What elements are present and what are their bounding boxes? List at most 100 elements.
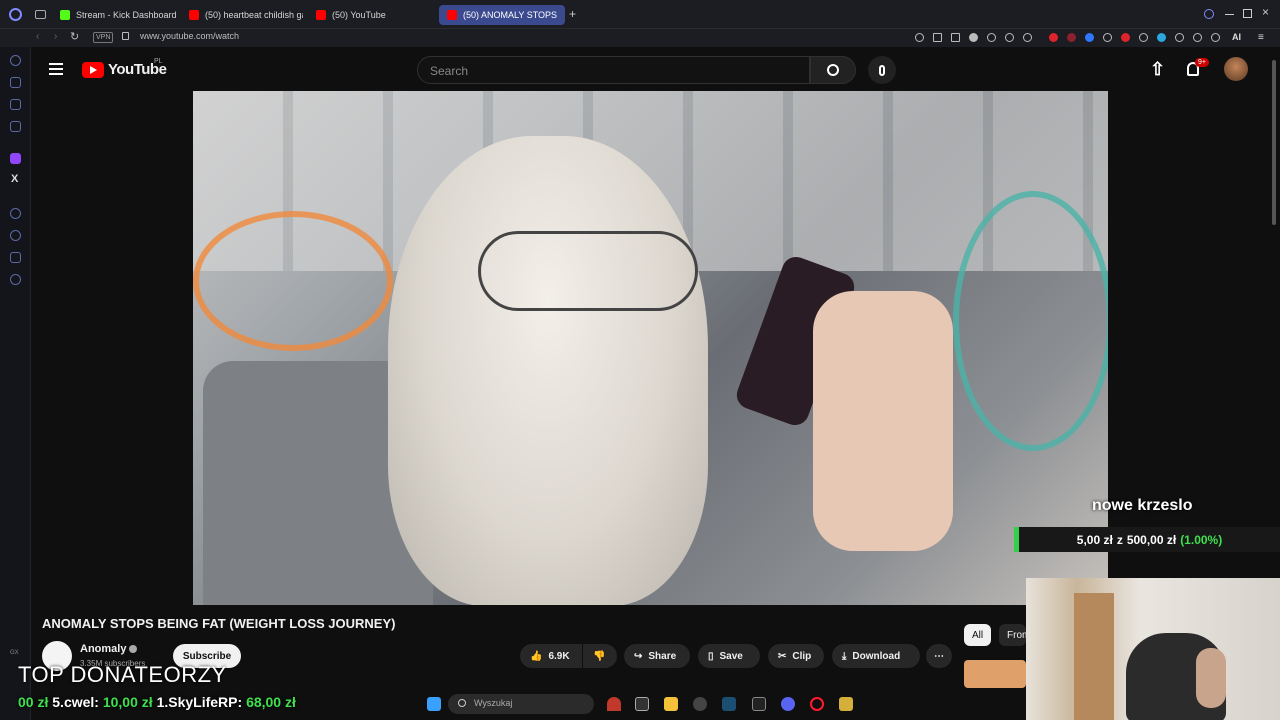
share-button[interactable]: ↪ Share: [624, 644, 690, 668]
goal-current: 5,00 zł: [1076, 532, 1113, 547]
extension-red2-icon[interactable]: [1121, 33, 1130, 42]
ticker-name-2: SkyLifeRP:: [168, 694, 243, 710]
minimize-button[interactable]: [1225, 14, 1234, 15]
tab-youtube-anomaly[interactable]: (50) ANOMALY STOPS: [439, 5, 565, 25]
sidebar-history-icon[interactable]: [10, 55, 21, 66]
video-orange-shoe: [193, 211, 393, 351]
translate-icon[interactable]: [987, 33, 996, 42]
scissors-icon: ✂: [778, 650, 787, 662]
extension-dark-icon[interactable]: [1067, 33, 1076, 42]
windows-start-icon[interactable]: [427, 697, 441, 711]
channel-name[interactable]: Anomaly: [80, 643, 126, 655]
account-avatar[interactable]: [1224, 57, 1248, 81]
tab-youtube-heartbeat[interactable]: (50) heartbeat childish ga: [181, 5, 303, 25]
ai-button[interactable]: AI: [1232, 32, 1241, 42]
video-title: ANOMALY STOPS BEING FAT (WEIGHT LOSS JOU…: [42, 616, 396, 631]
sidebar-chat-icon[interactable]: [10, 99, 21, 110]
taskbar-app-red-icon[interactable]: [607, 697, 621, 711]
extension-blue-icon[interactable]: [1085, 33, 1094, 42]
youtube-icon: [189, 10, 199, 20]
close-window-button[interactable]: ×: [1262, 5, 1269, 19]
taskbar-app-yellow-icon[interactable]: [839, 697, 853, 711]
url-field[interactable]: www.youtube.com/watch: [140, 31, 239, 41]
sidebar-x-icon[interactable]: X: [11, 173, 18, 185]
tab-youtube-home[interactable]: (50) YouTube: [308, 5, 428, 25]
forward-icon[interactable]: ›: [54, 31, 57, 42]
kick-icon: [60, 10, 70, 20]
clip-button[interactable]: ✂ Clip: [768, 644, 824, 668]
goal-target: 500,00 zł: [1126, 532, 1177, 547]
sidebar-player-icon[interactable]: [10, 208, 21, 219]
snapshot-icon[interactable]: [951, 33, 960, 42]
download-icon[interactable]: [1211, 33, 1220, 42]
sidebar-twitch-icon[interactable]: [10, 153, 21, 164]
page-scrollbar[interactable]: [1272, 60, 1276, 225]
lock-icon: [122, 32, 129, 40]
more-dots-icon: ⋯: [934, 650, 944, 662]
donation-goal-bar: 5,00 zł z 500,00 zł (1.00%): [1014, 527, 1280, 552]
back-icon[interactable]: ‹: [36, 31, 39, 42]
maximize-button[interactable]: [1243, 9, 1252, 18]
chip-all[interactable]: All: [964, 624, 992, 646]
country-code: PL: [154, 58, 163, 65]
taskbar-folder-icon[interactable]: [664, 697, 678, 711]
youtube-icon: [316, 10, 326, 20]
search-tabs-icon[interactable]: [1204, 9, 1214, 19]
video-glasses: [478, 231, 698, 311]
menu-icon[interactable]: ≡: [1258, 32, 1264, 43]
hamburger-menu-icon[interactable]: [49, 63, 63, 75]
reload-icon[interactable]: ↻: [70, 30, 79, 43]
bookmark-icon[interactable]: [933, 33, 942, 42]
video-player[interactable]: [193, 91, 1108, 605]
create-upload-icon[interactable]: ⇧: [1150, 59, 1165, 80]
ticker-amount-2: 68,00 zł: [246, 694, 296, 710]
play-icon[interactable]: [1005, 33, 1014, 42]
webcam-door: [1074, 593, 1114, 720]
verified-icon: [129, 645, 137, 653]
search-input[interactable]: Search: [417, 56, 810, 84]
puzzle-icon[interactable]: [1175, 33, 1184, 42]
opera-logo-icon[interactable]: [9, 8, 22, 21]
shield-icon[interactable]: [969, 33, 978, 42]
taskbar-steam-icon[interactable]: [722, 697, 736, 711]
download-button[interactable]: ⤓ Download: [832, 644, 920, 668]
notification-count-badge: 9+: [1195, 58, 1209, 67]
profile-icon[interactable]: [1193, 33, 1202, 42]
save-button[interactable]: ▯ Save: [698, 644, 760, 668]
sidebar-shopping-icon[interactable]: [10, 77, 21, 88]
microphone-icon: [879, 64, 885, 76]
dislike-button[interactable]: 👎: [583, 644, 617, 668]
more-actions-button[interactable]: ⋯: [926, 644, 952, 668]
taskbar-discord-icon[interactable]: [781, 697, 795, 711]
new-tab-button[interactable]: +: [569, 7, 576, 21]
chip-from[interactable]: From: [999, 624, 1026, 646]
workspace-icon[interactable]: [35, 10, 46, 19]
heart-icon[interactable]: [1023, 33, 1032, 42]
extension-teal-icon[interactable]: [1157, 33, 1166, 42]
windows-search-input[interactable]: Wyszukaj: [448, 694, 594, 714]
extension-red-icon[interactable]: [1049, 33, 1058, 42]
taskbar-epic-icon[interactable]: [752, 697, 766, 711]
taskbar-opera-icon[interactable]: [810, 697, 824, 711]
video-hand: [813, 291, 953, 551]
taskbar-vpn-icon[interactable]: [635, 697, 649, 711]
pen-icon[interactable]: [1139, 33, 1148, 42]
volume-icon[interactable]: [1103, 33, 1112, 42]
vpn-badge[interactable]: VPN: [93, 32, 114, 43]
sidebar-clock-icon[interactable]: [10, 230, 21, 241]
recommended-thumbnail[interactable]: [964, 660, 1026, 688]
browser-tab-bar: Stream - Kick Dashboard (50) heartbeat c…: [0, 0, 1280, 29]
youtube-play-icon: [82, 61, 104, 78]
zoom-icon[interactable]: [915, 33, 924, 42]
sidebar-cube-icon[interactable]: [10, 252, 21, 263]
tab-kick-dashboard[interactable]: Stream - Kick Dashboard: [52, 5, 180, 25]
sidebar-messenger-icon[interactable]: [10, 121, 21, 132]
thumbs-down-icon: 👎: [593, 650, 606, 662]
like-button[interactable]: 👍 6.9K: [520, 644, 582, 668]
sidebar-settings-icon[interactable]: [10, 274, 21, 285]
taskbar-app-icon[interactable]: [693, 697, 707, 711]
sidebar-gx-label: GX: [10, 650, 19, 656]
search-button[interactable]: [810, 56, 856, 84]
voice-search-button[interactable]: [868, 56, 896, 84]
ticker-amount-0: 00 zł: [18, 694, 49, 710]
